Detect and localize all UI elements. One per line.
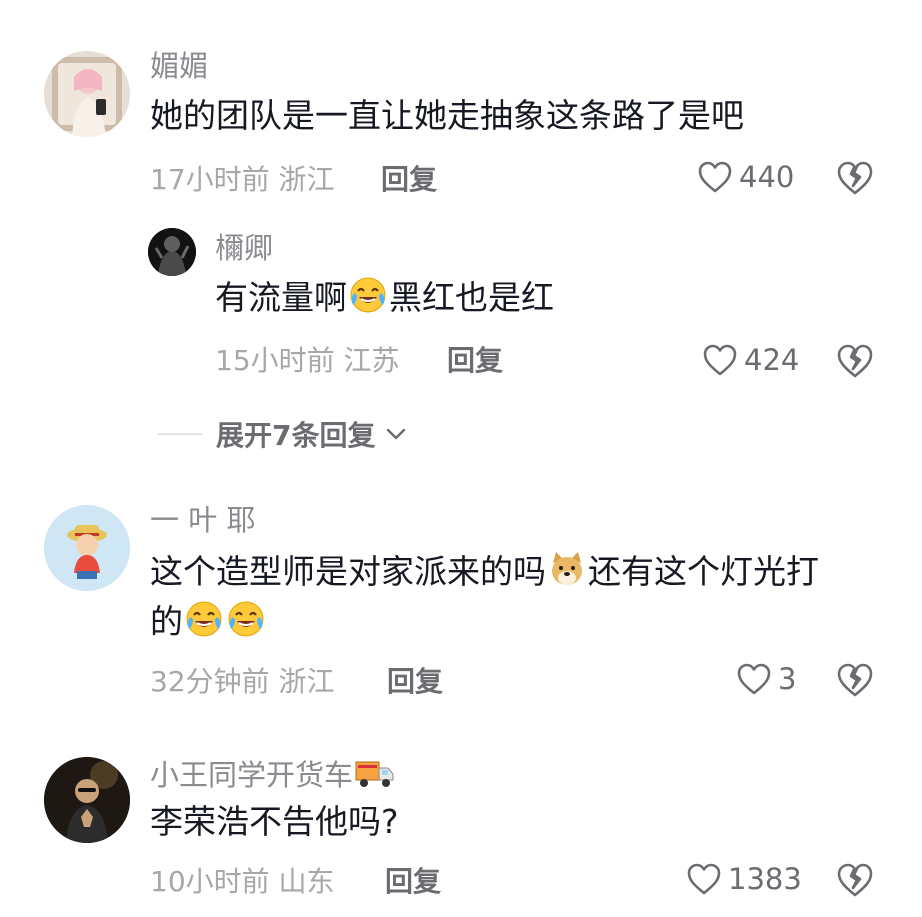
heart-icon [737, 663, 771, 695]
dislike-button[interactable] [836, 160, 874, 200]
like-count: 1383 [728, 861, 802, 896]
comment-text: 李荣浩不告他吗? [150, 802, 399, 841]
dislike-button[interactable] [836, 343, 874, 383]
comment-time: 15小时前 [215, 344, 335, 377]
avatar[interactable] [44, 505, 130, 591]
comment-location: 山东 [278, 865, 335, 898]
like-count: 440 [739, 159, 795, 194]
heart-icon [687, 863, 721, 895]
comment-time: 17小时前 [150, 163, 270, 196]
chevron-down-icon [387, 428, 406, 440]
username[interactable]: 媚媚 [150, 52, 208, 81]
avatar[interactable] [44, 51, 130, 137]
heart-icon [703, 344, 737, 376]
dislike-button[interactable] [836, 662, 874, 702]
reply-text-part: 黑红也是红 [389, 278, 554, 317]
delivery-truck-emoji [355, 761, 394, 787]
reply-button[interactable]: 回复 [385, 868, 441, 896]
comment-text-part: 这个造型师是对家派来的吗 [150, 552, 546, 591]
like-button[interactable]: 3 [736, 662, 796, 696]
reply-button[interactable]: 回复 [381, 166, 437, 194]
divider-line [158, 433, 202, 435]
comment-meta: 10小时前 山东 [150, 868, 335, 896]
like-button[interactable]: 424 [702, 343, 799, 377]
comment-text-part: 还有这个灯光打 [588, 552, 819, 591]
crying-laughing-emoji [350, 277, 386, 313]
reply-button[interactable]: 回复 [447, 347, 503, 375]
reply-text-part: 有流量啊 [215, 278, 347, 317]
username[interactable]: 一 叶 耶 [150, 506, 255, 535]
comment-text-line2: 的 [150, 596, 267, 648]
avatar[interactable] [44, 757, 130, 843]
comment-text: 她的团队是一直让她走抽象这条路了是吧 [150, 96, 744, 135]
reply-button[interactable]: 回复 [387, 668, 443, 696]
username[interactable]: 檷卿 [215, 234, 273, 263]
broken-heart-icon [837, 161, 873, 195]
comment-meta: 17小时前 浙江 [150, 166, 335, 194]
avatar[interactable] [148, 228, 196, 276]
comment-time: 10小时前 [150, 865, 270, 898]
expand-replies-button[interactable]: 展开7条回复 [158, 414, 409, 454]
comment-meta: 15小时前 江苏 [215, 347, 400, 375]
broken-heart-icon [837, 663, 873, 697]
broken-heart-icon [837, 344, 873, 378]
comment-text-part: 的 [150, 602, 183, 641]
crying-laughing-emoji [228, 601, 264, 637]
crying-laughing-emoji [186, 601, 222, 637]
like-count: 3 [778, 661, 797, 696]
doge-emoji [552, 552, 582, 585]
heart-icon [698, 161, 732, 193]
comment-location: 浙江 [278, 163, 335, 196]
reply-text: 有流量啊 黑红也是红 [215, 272, 554, 324]
comment-location: 浙江 [278, 665, 335, 698]
broken-heart-icon [837, 863, 873, 897]
username-text: 小王同学开货车 [150, 758, 354, 792]
comment-meta: 32分钟前 浙江 [150, 668, 335, 696]
comment-text: 这个造型师是对家派来的吗 还有这个灯光打 [150, 546, 819, 598]
comment-location: 江苏 [343, 344, 400, 377]
like-count: 424 [744, 342, 800, 377]
username[interactable]: 小王同学开货车 [150, 758, 395, 790]
like-button[interactable]: 440 [697, 160, 794, 194]
dislike-button[interactable] [836, 862, 874, 902]
expand-replies-label: 展开7条回复 [216, 419, 376, 452]
comment-time: 32分钟前 [150, 665, 270, 698]
like-button[interactable]: 1383 [686, 862, 802, 896]
